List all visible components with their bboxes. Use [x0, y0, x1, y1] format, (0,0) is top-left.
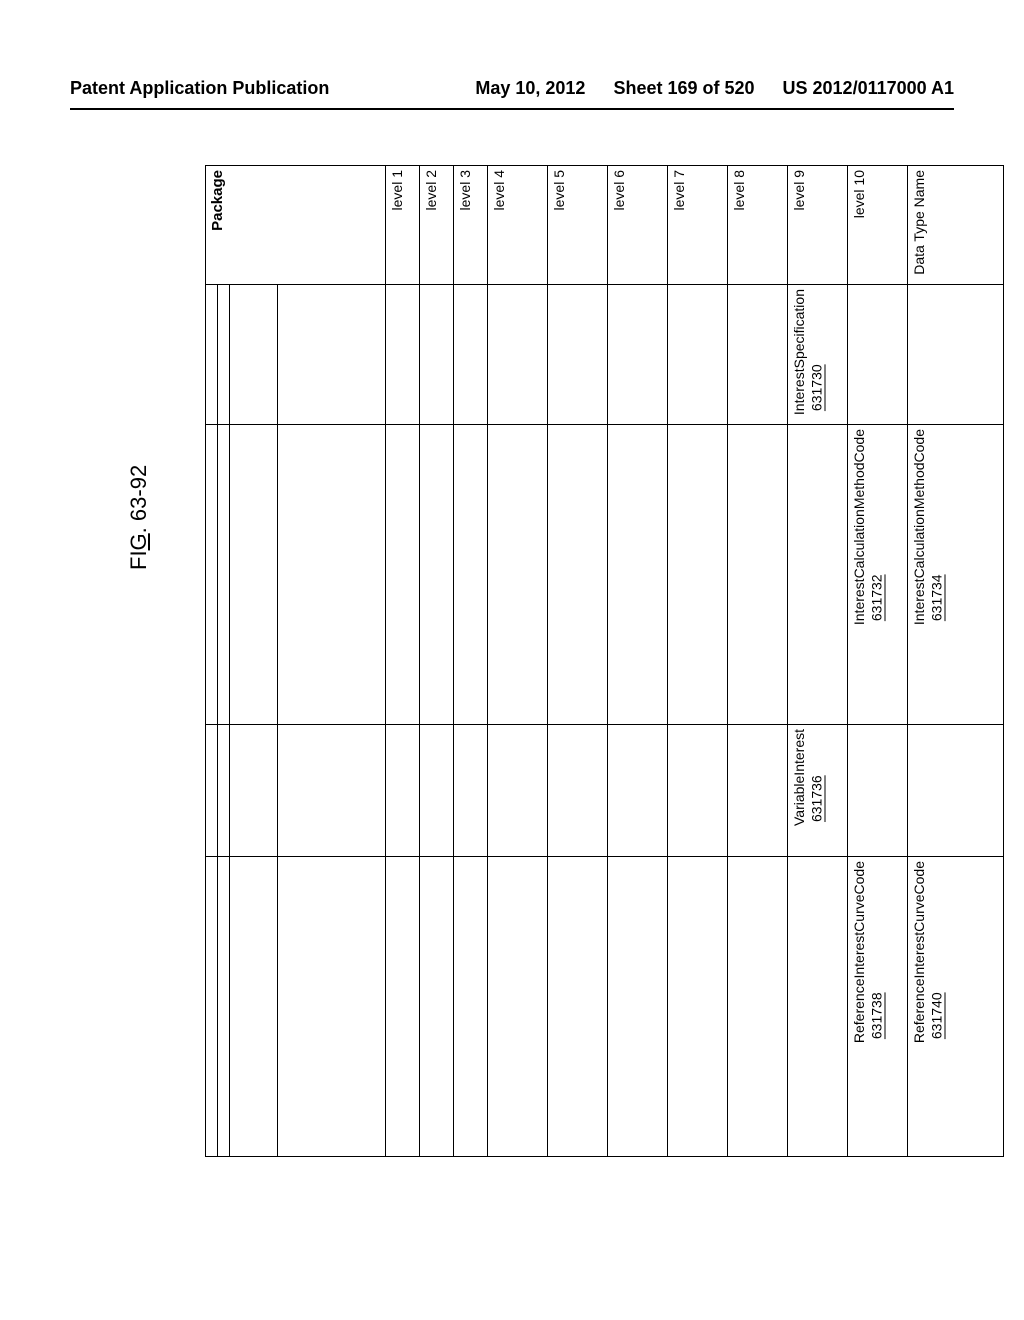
cell-level10: ReferenceInterestCurveCode631738 [848, 856, 908, 1156]
col-level6: level 6 [608, 166, 668, 285]
col-level4: level 4 [488, 166, 548, 285]
col-datatype: Data Type Name [908, 166, 1004, 285]
col-level1: level 1 [386, 166, 420, 285]
cell-datatype: InterestCalculationMethodCode631734 [908, 424, 1004, 724]
col-level5: level 5 [548, 166, 608, 285]
page-header: Patent Application Publication May 10, 2… [0, 78, 1024, 99]
col-level10: level 10 [848, 166, 908, 285]
cell-level9: VariableInterest631736 [788, 724, 848, 856]
header-date: May 10, 2012 [475, 78, 585, 99]
table-row: InterestSpecification631730 [206, 284, 1004, 424]
col-package: Package [206, 166, 386, 285]
table-row: InterestCalculationMethodCode631732 Inte… [206, 424, 1004, 724]
col-level2: level 2 [420, 166, 454, 285]
header-pubno: US 2012/0117000 A1 [783, 78, 954, 99]
figure-label: FIG. 63-92 [126, 465, 152, 570]
col-level8: level 8 [728, 166, 788, 285]
cell-level9: InterestSpecification631730 [788, 284, 848, 424]
header-left: Patent Application Publication [70, 78, 329, 99]
col-level9: level 9 [788, 166, 848, 285]
header-rule [70, 108, 954, 110]
cell-datatype: ReferenceInterestCurveCode631740 [908, 856, 1004, 1156]
col-level3: level 3 [454, 166, 488, 285]
table-row: VariableInterest631736 [206, 724, 1004, 856]
cell-level10: InterestCalculationMethodCode631732 [848, 424, 908, 724]
col-level7: level 7 [668, 166, 728, 285]
table-row: ReferenceInterestCurveCode631738 Referen… [206, 856, 1004, 1156]
hierarchy-table: Package level 1 level 2 level 3 level 4 … [205, 165, 845, 1159]
header-sheet: Sheet 169 of 520 [613, 78, 754, 99]
